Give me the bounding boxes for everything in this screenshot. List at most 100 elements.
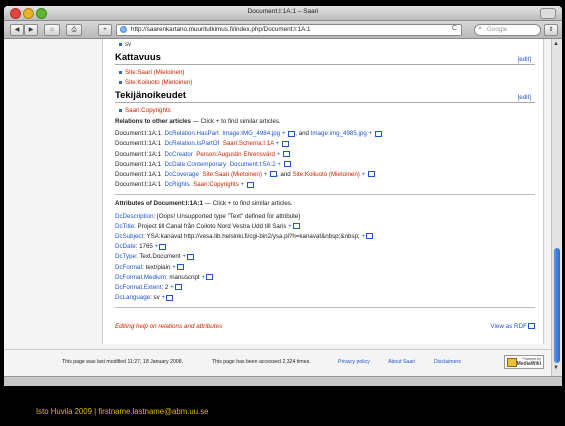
attribute-value: 2 xyxy=(164,284,169,292)
relation-target[interactable]: Image:img_4985.jpg xyxy=(311,130,367,137)
relation-target[interactable]: Site:Saari (Mietoinen) xyxy=(202,171,262,178)
find-similar-plus[interactable]: + xyxy=(275,151,282,158)
relation-property[interactable]: DcDate.Contemporary xyxy=(165,161,227,168)
attribute-key[interactable]: DcFormat.Medium xyxy=(115,274,166,281)
find-similar-plus[interactable]: + xyxy=(161,294,165,301)
relation-target[interactable]: Document:I:5A:2 xyxy=(230,161,276,168)
external-link-icon[interactable] xyxy=(374,130,382,137)
attribute-key[interactable]: DcTitle xyxy=(115,223,134,230)
scroll-down-arrow-icon[interactable]: ▼ xyxy=(553,365,559,371)
about-link[interactable]: About Saari xyxy=(388,359,415,365)
access-count-text: This page has been accessed 2,324 times. xyxy=(212,359,311,365)
find-similar-plus[interactable]: + xyxy=(172,264,176,271)
home-button[interactable]: ⌂ xyxy=(44,24,60,36)
mediawiki-logo-icon xyxy=(507,358,517,367)
relation-row: Document:I:1A:1 DcCoverage Site:Saari (M… xyxy=(115,170,535,180)
mediawiki-badge[interactable]: Powered by MediaWiki xyxy=(504,355,544,369)
relation-row: Document:I:1A:1 DcCreator Person:Augusti… xyxy=(115,150,535,160)
site-link[interactable]: Site:Koiluoto (Mietoinen) xyxy=(125,79,192,86)
attribute-key[interactable]: DcSubject xyxy=(115,233,143,240)
relation-target[interactable]: Person:Augustin Ehrensvärd xyxy=(196,151,275,158)
attribute-row: DcDate: 1765 + xyxy=(115,242,535,252)
external-link-icon[interactable] xyxy=(174,284,182,291)
find-similar-plus[interactable]: + xyxy=(155,243,159,250)
relation-property[interactable]: DcRelation.HasPart xyxy=(165,130,219,137)
external-link-icon[interactable] xyxy=(176,264,184,270)
relation-property[interactable]: DcRights xyxy=(165,181,190,188)
relation-property[interactable]: DcCreator xyxy=(165,151,193,158)
relation-target[interactable]: Image:IMG_4984.jpg xyxy=(222,130,280,137)
external-link-icon[interactable] xyxy=(186,253,194,260)
vertical-scrollbar[interactable]: ▲ ▼ xyxy=(551,39,562,376)
find-similar-plus[interactable]: + xyxy=(274,140,281,147)
attribute-key[interactable]: DcDate xyxy=(115,243,136,250)
forward-button[interactable]: ▶ xyxy=(24,24,38,36)
external-link-icon[interactable] xyxy=(528,323,535,330)
toolbar-toggle-button[interactable] xyxy=(540,8,556,19)
top-list: sv xyxy=(115,41,535,48)
find-similar-plus[interactable]: + xyxy=(170,284,174,291)
site-link[interactable]: Site:Saari (Mietoinen) xyxy=(125,69,185,76)
relation-row: Document:I:1A:1 DcRights Saari:Copyright… xyxy=(115,180,535,190)
external-link-icon[interactable] xyxy=(159,243,167,250)
relation-row: Document:I:1A:1 DcDate.Contemporary Docu… xyxy=(115,160,535,170)
add-bookmark-button[interactable]: + xyxy=(98,24,112,36)
print-button[interactable]: ⎙ xyxy=(66,24,82,36)
scrollbar-thumb[interactable] xyxy=(554,248,560,363)
attribute-key[interactable]: DcLanguage xyxy=(115,294,150,301)
editing-help-link[interactable]: Editing help on relations and attributes xyxy=(115,323,222,330)
attribute-row: DcTitle: Project till Canal från Coiloto… xyxy=(115,222,535,232)
find-similar-plus[interactable]: + xyxy=(182,253,186,260)
find-similar-plus[interactable]: + xyxy=(262,171,269,178)
find-similar-plus[interactable]: + xyxy=(239,181,246,188)
external-link-icon[interactable] xyxy=(292,223,300,230)
external-link-icon[interactable] xyxy=(283,161,291,168)
reload-icon[interactable]: C xyxy=(452,25,457,32)
external-link-icon[interactable] xyxy=(365,233,373,240)
find-similar-plus[interactable]: + xyxy=(367,130,374,137)
find-similar-plus[interactable]: + xyxy=(360,171,367,178)
attribute-row: DcSubject: YSA:kanavat http://vesa.lib.h… xyxy=(115,232,535,242)
horizontal-scrollbar[interactable] xyxy=(4,376,562,386)
attribute-value: sv xyxy=(153,294,160,302)
url-text: http://saarenkartano.muuritutkimus.fi/in… xyxy=(131,26,311,33)
attribute-key[interactable]: DcDescription xyxy=(115,213,154,220)
find-similar-plus[interactable]: + xyxy=(276,161,283,168)
search-icon: ⌕ xyxy=(478,25,482,32)
external-link-icon[interactable] xyxy=(246,181,254,188)
back-button[interactable]: ◀ xyxy=(10,24,24,36)
external-link-icon[interactable] xyxy=(269,171,277,178)
relation-subject: Document:I:1A:1 xyxy=(115,150,162,158)
external-link-icon[interactable] xyxy=(205,274,213,281)
relation-target[interactable]: Site:Koiluoto (Mietoinen) xyxy=(292,171,359,178)
window-title: Document:I:1A:1 – Saari xyxy=(247,8,319,15)
disclaimers-link[interactable]: Disclaimers xyxy=(434,359,461,365)
view-rdf-label[interactable]: View as RDF xyxy=(490,323,527,330)
find-similar-plus[interactable]: + xyxy=(361,233,365,240)
external-link-icon[interactable] xyxy=(282,140,289,147)
section-heading: Kattavuus xyxy=(115,52,535,65)
find-similar-plus[interactable]: + xyxy=(201,274,205,281)
attribute-key[interactable]: DcFormat.Extent xyxy=(115,284,161,291)
view-rdf-link[interactable]: View as RDF xyxy=(490,323,535,330)
external-link-icon[interactable] xyxy=(367,171,375,178)
address-bar[interactable]: http://saarenkartano.muuritutkimus.fi/in… xyxy=(116,24,462,36)
privacy-policy-link[interactable]: Privacy policy xyxy=(338,359,370,365)
relation-target[interactable]: Saari:Copyrights xyxy=(193,181,239,188)
external-link-icon[interactable] xyxy=(166,294,174,301)
relation-property[interactable]: DcRelation.IsPartOf xyxy=(165,140,220,147)
relations-heading: Relations to other articles xyxy=(115,118,191,125)
relation-target[interactable]: Saari:Schema:I:1A xyxy=(223,140,274,147)
attribute-key[interactable]: DcFormat xyxy=(115,264,142,271)
external-link-icon[interactable] xyxy=(283,150,291,157)
find-similar-plus[interactable]: + xyxy=(280,130,287,137)
edit-link[interactable]: [edit] xyxy=(518,56,531,63)
edit-link[interactable]: [edit] xyxy=(518,94,531,101)
bookmarks-menu-button[interactable]: ⇕ xyxy=(544,24,558,36)
scroll-up-arrow-icon[interactable]: ▲ xyxy=(553,41,559,47)
search-field[interactable]: ⌕ Google xyxy=(474,24,541,36)
copyright-link[interactable]: Saari:Copyrights xyxy=(125,107,171,114)
relation-property[interactable]: DcCoverage xyxy=(165,171,199,178)
attribute-key[interactable]: DcType xyxy=(115,253,136,260)
find-similar-plus[interactable]: + xyxy=(288,223,292,230)
